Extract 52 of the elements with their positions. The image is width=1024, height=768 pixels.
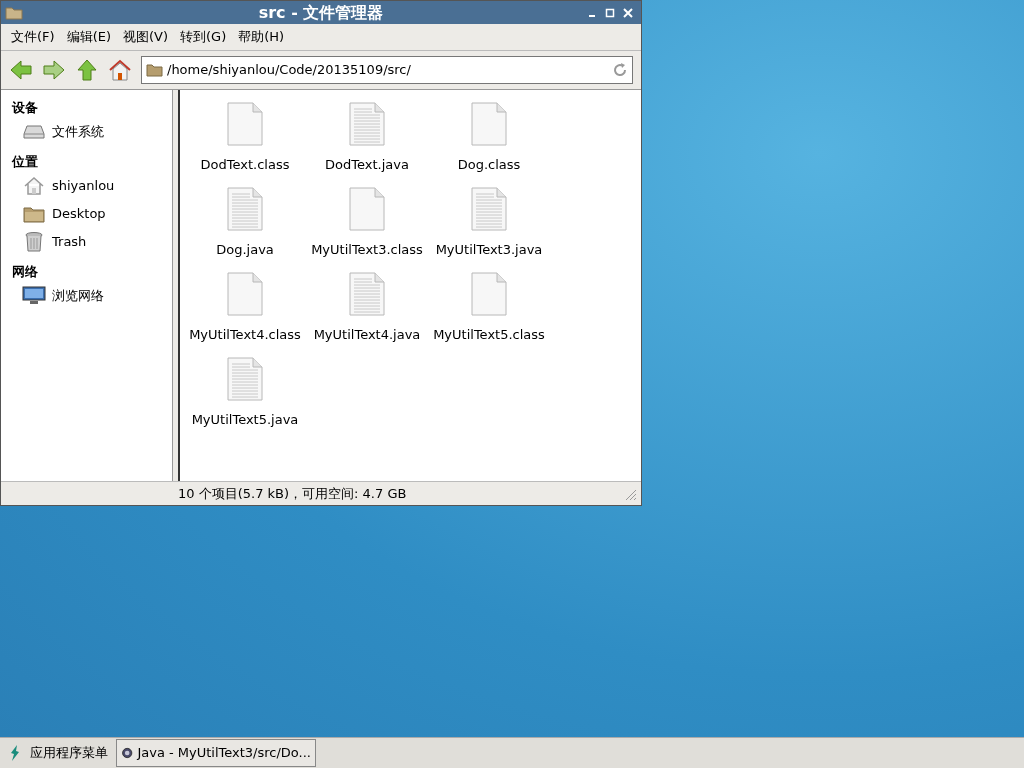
status-text: 10 个项目(5.7 kB)，可用空间: 4.7 GB — [178, 484, 407, 503]
menu-item[interactable]: 视图(V) — [117, 27, 175, 47]
applications-menu-button[interactable]: 应用程序菜单 — [26, 743, 112, 763]
file-item[interactable]: MyUtilText3.java — [428, 187, 550, 272]
file-icon — [226, 272, 264, 316]
home-icon[interactable] — [108, 58, 132, 82]
menu-item[interactable]: 文件(F) — [5, 27, 61, 47]
text-file-icon — [226, 187, 264, 231]
file-item[interactable]: DodText.class — [184, 102, 306, 187]
sidebar-heading: 网络 — [11, 263, 39, 281]
forward-arrow-icon[interactable] — [42, 58, 66, 82]
text-file-icon — [348, 272, 386, 316]
file-item[interactable]: MyUtilText4.class — [184, 272, 306, 357]
menu-item[interactable]: 转到(G) — [174, 27, 233, 47]
reload-icon[interactable] — [612, 62, 628, 78]
sidebar-item[interactable]: Trash — [1, 228, 172, 256]
text-file-icon — [226, 357, 264, 401]
file-icon — [226, 102, 264, 146]
file-icon — [348, 187, 386, 231]
sidebar-item[interactable]: 浏览网络 — [1, 282, 172, 310]
file-item[interactable]: DodText.java — [306, 102, 428, 187]
drive-icon — [23, 125, 45, 139]
home-icon — [23, 176, 45, 196]
sidebar-item[interactable]: shiyanlou — [1, 172, 172, 200]
sidebar-heading: 位置 — [10, 153, 39, 171]
file-item[interactable]: Dog.class — [428, 102, 550, 187]
network-icon — [22, 286, 46, 306]
file-item[interactable]: MyUtilText4.java — [306, 272, 428, 357]
back-arrow-icon[interactable] — [9, 58, 33, 82]
file-item[interactable]: Dog.java — [184, 187, 306, 272]
sidebar-item[interactable]: 文件系统 — [1, 118, 172, 146]
file-item[interactable]: MyUtilText3.class — [306, 187, 428, 272]
taskbar-button[interactable]: Java - MyUtilText3/src/Do... — [116, 739, 316, 767]
window-title: src - 文件管理器 — [258, 1, 384, 24]
menu-item[interactable]: 帮助(H) — [232, 27, 291, 47]
sidebar-item[interactable]: Desktop — [1, 200, 172, 228]
menu-item[interactable]: 编辑(E) — [60, 27, 117, 47]
folder-icon — [146, 63, 163, 77]
file-item[interactable]: MyUtilText5.java — [184, 357, 306, 442]
sidebar-heading: 设备 — [11, 99, 39, 117]
text-file-icon — [470, 187, 508, 231]
file-item[interactable]: MyUtilText5.class — [428, 272, 550, 357]
close-icon[interactable] — [623, 7, 633, 18]
trash-icon — [25, 232, 43, 252]
location-field[interactable]: /home/shiyanlou/Code/20135109/src/ — [141, 56, 633, 84]
folder-icon — [5, 5, 23, 20]
maximize-icon[interactable] — [605, 7, 615, 18]
file-icon — [470, 102, 508, 146]
folder-icon — [23, 205, 45, 223]
up-arrow-icon[interactable] — [75, 58, 99, 82]
file-icon — [470, 272, 508, 316]
text-file-icon — [348, 102, 386, 146]
